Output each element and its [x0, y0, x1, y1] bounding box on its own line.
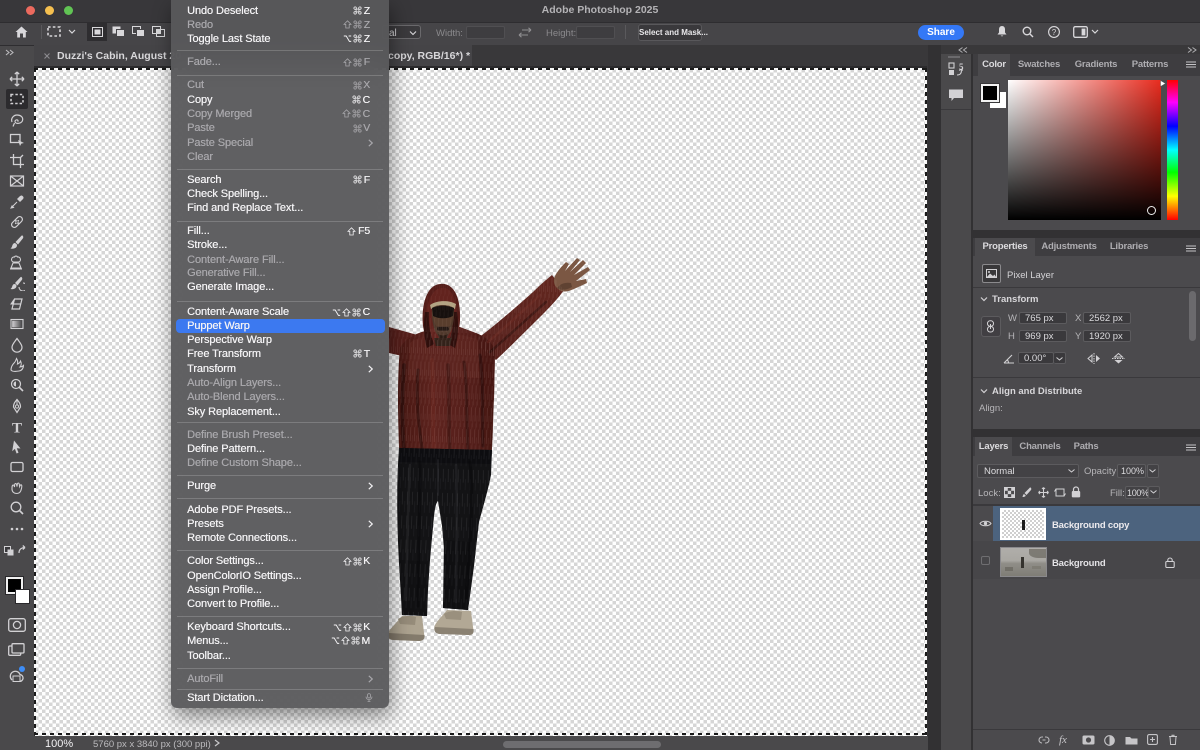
svg-text:?: ?	[1052, 28, 1057, 37]
svg-text:5: 5	[959, 62, 964, 72]
svg-text:T: T	[12, 420, 22, 435]
